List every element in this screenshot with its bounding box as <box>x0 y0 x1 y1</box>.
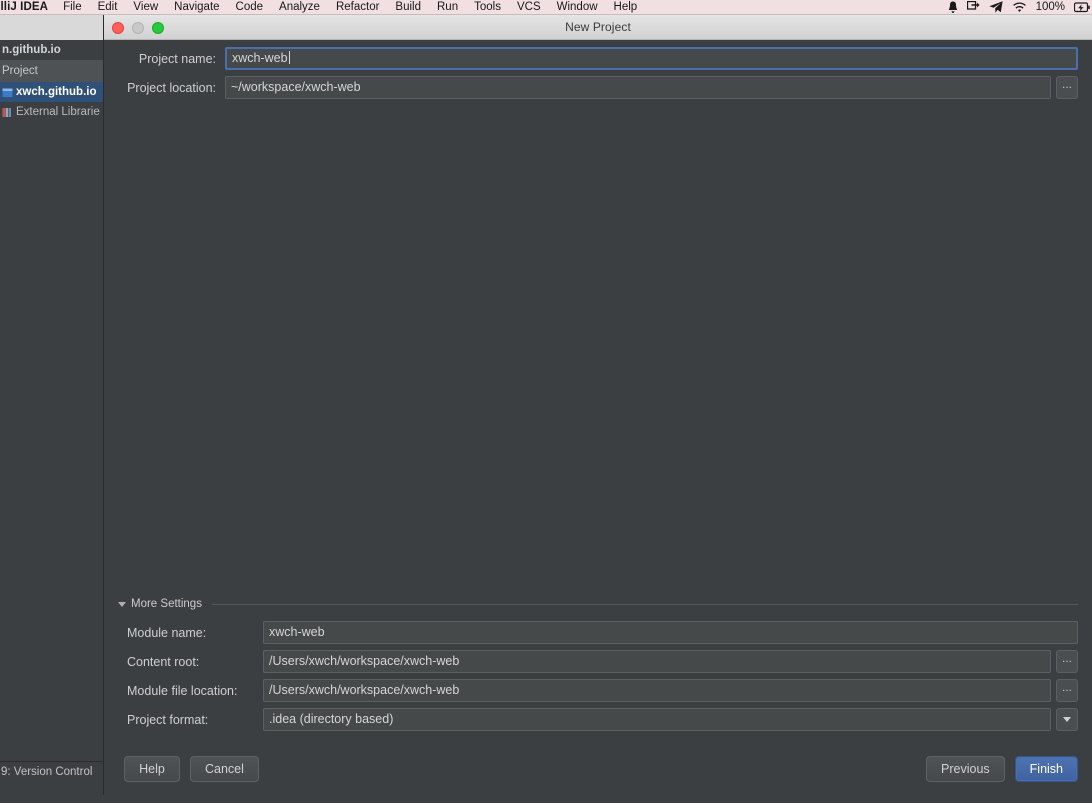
text-caret <box>288 51 290 64</box>
project-format-row: Project format: .idea (directory based) <box>115 708 1078 731</box>
menu-item-code[interactable]: Code <box>228 1 272 13</box>
more-settings-label: More Settings <box>131 598 202 610</box>
library-icon <box>2 107 13 118</box>
status-bar-version-control[interactable]: 9: Version Control <box>0 761 104 782</box>
screen-share-icon[interactable] <box>966 1 980 13</box>
tree-node-label: External Librarie <box>16 106 100 118</box>
tree-node-xwch-github-io[interactable]: xwch.github.io <box>0 82 104 102</box>
content-root-input[interactable]: /Users/xwch/workspace/xwch-web <box>263 650 1051 673</box>
footer-primary-actions: Previous Finish <box>926 756 1078 782</box>
module-file-location-row: Module file location: /Users/xwch/worksp… <box>115 679 1078 702</box>
module-icon <box>2 87 13 98</box>
project-name-input[interactable]: xwch-web <box>225 47 1078 70</box>
menu-item-help[interactable]: Help <box>606 1 646 13</box>
zoom-window-button[interactable] <box>152 21 164 34</box>
more-settings-header[interactable]: More Settings <box>115 596 1078 612</box>
menu-item-refactor[interactable]: Refactor <box>328 1 387 13</box>
content-root-browse-button[interactable]: ... <box>1056 650 1078 673</box>
new-project-dialog: New Project Project name: xwch-web Proje… <box>104 15 1092 795</box>
more-settings-divider <box>211 603 1078 605</box>
project-name-value: xwch-web <box>232 51 288 65</box>
sidebar-tab-project-label: Project <box>2 65 38 77</box>
menu-item-tools[interactable]: Tools <box>466 1 509 13</box>
previous-button[interactable]: Previous <box>926 756 1005 782</box>
project-format-select[interactable]: .idea (directory based) <box>263 708 1051 731</box>
finish-button[interactable]: Finish <box>1014 756 1078 782</box>
menu-item-build[interactable]: Build <box>387 1 429 13</box>
dialog-titlebar[interactable]: New Project <box>104 15 1092 40</box>
menu-item-navigate[interactable]: Navigate <box>166 1 227 13</box>
project-name-label: Project name: <box>138 51 216 66</box>
more-settings-section: More Settings Module name: xwch-web Cont… <box>104 596 1092 737</box>
module-file-location-label: Module file location: <box>127 683 238 698</box>
chevron-down-icon <box>1063 717 1071 722</box>
menu-item-window[interactable]: Window <box>549 1 606 13</box>
wifi-icon[interactable] <box>1012 1 1027 13</box>
menu-status-icons: 100% <box>948 1 1092 14</box>
module-name-input[interactable]: xwch-web <box>263 621 1078 644</box>
sidebar-tab-project[interactable]: Project <box>0 60 104 82</box>
module-file-location-input[interactable]: /Users/xwch/workspace/xwch-web <box>263 679 1051 702</box>
battery-percent-label: 100% <box>1035 1 1065 13</box>
project-basic-form: Project name: xwch-web Project location:… <box>104 40 1092 100</box>
menu-item-vcs[interactable]: VCS <box>509 1 549 13</box>
project-root-header: n.github.io <box>2 44 61 56</box>
project-location-label: Project location: <box>127 80 216 95</box>
menu-item-analyze[interactable]: Analyze <box>271 1 328 13</box>
project-location-row: Project location: ~/workspace/xwch-web .… <box>115 75 1078 100</box>
project-format-dropdown-arrow[interactable] <box>1056 708 1078 731</box>
menu-item-view[interactable]: View <box>125 1 166 13</box>
dialog-body: Project name: xwch-web Project location:… <box>104 40 1092 795</box>
project-location-input[interactable]: ~/workspace/xwch-web <box>225 76 1051 99</box>
menu-item-run[interactable]: Run <box>429 1 466 13</box>
project-name-row: Project name: xwch-web <box>115 46 1078 71</box>
dialog-title: New Project <box>565 20 631 34</box>
window-traffic-lights <box>112 15 164 40</box>
content-root-row: Content root: /Users/xwch/workspace/xwch… <box>115 650 1078 673</box>
minimize-window-button[interactable] <box>132 21 144 34</box>
chevron-down-icon <box>118 601 126 607</box>
dialog-footer: Help Cancel Previous Finish <box>104 743 1092 795</box>
menu-item-file[interactable]: File <box>55 1 90 13</box>
project-tool-window: n.github.io Project xwch.github.io Exter… <box>0 40 104 782</box>
module-file-location-browse-button[interactable]: ... <box>1056 679 1078 702</box>
bell-icon[interactable] <box>948 1 958 14</box>
cancel-button[interactable]: Cancel <box>190 756 259 782</box>
module-name-row: Module name: xwch-web <box>115 621 1078 644</box>
tree-node-label: xwch.github.io <box>16 86 97 98</box>
close-window-button[interactable] <box>112 21 124 34</box>
menu-app-name[interactable]: elliJ IDEA <box>0 1 55 13</box>
project-format-label: Project format: <box>127 712 209 727</box>
content-root-label: Content root: <box>127 654 200 669</box>
telegram-send-icon[interactable] <box>988 1 1003 13</box>
module-name-label: Module name: <box>127 625 207 640</box>
battery-charging-icon[interactable] <box>1074 1 1090 13</box>
project-location-browse-button[interactable]: ... <box>1056 76 1078 99</box>
tree-node-external-libraries[interactable]: External Librarie <box>0 102 104 122</box>
macos-menu-bar: elliJ IDEA File Edit View Navigate Code … <box>0 0 1092 15</box>
menu-item-edit[interactable]: Edit <box>90 1 126 13</box>
status-bar-version-control-label: 9: Version Control <box>1 766 93 778</box>
help-button[interactable]: Help <box>124 756 180 782</box>
